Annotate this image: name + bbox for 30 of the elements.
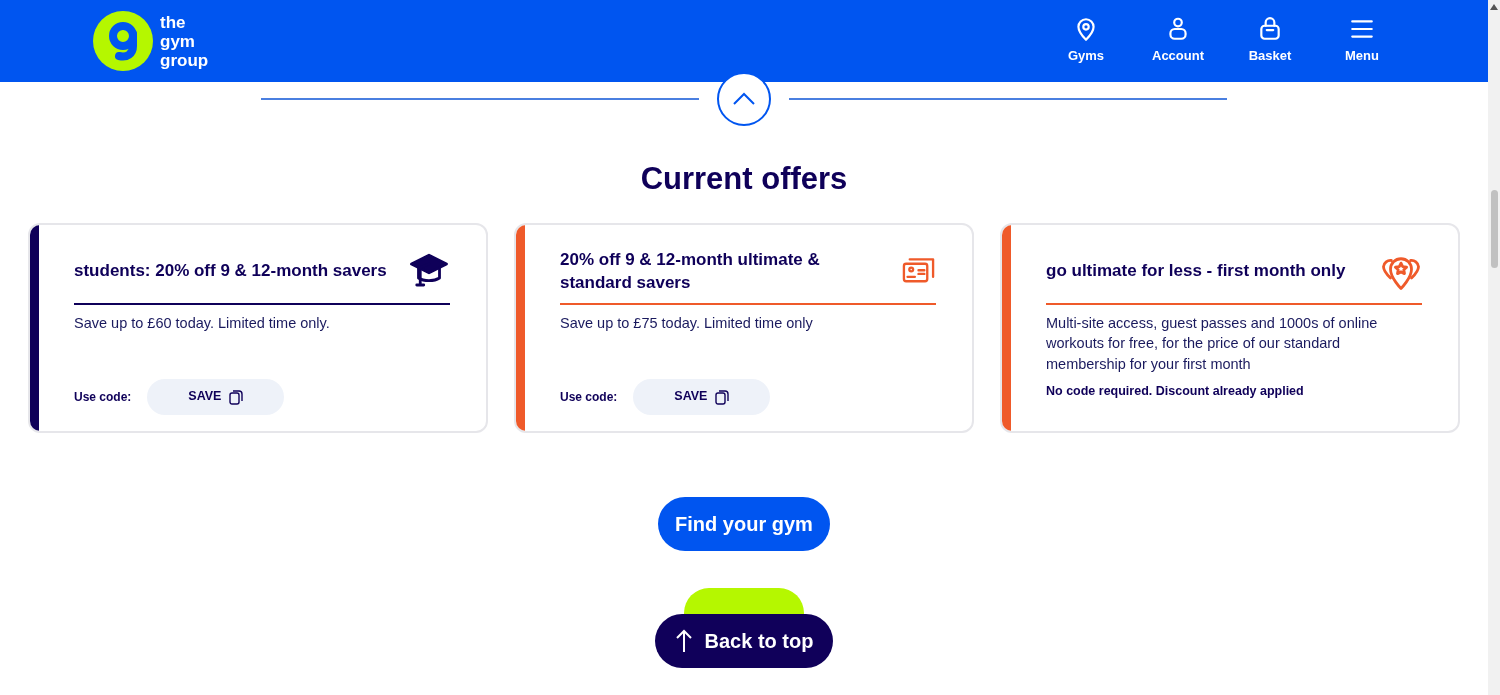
copy-code-button[interactable]: SAVE [147, 378, 285, 415]
code-label: Use code: [560, 388, 618, 406]
copy-icon [229, 388, 244, 405]
copy-code-button[interactable]: SAVE [633, 378, 771, 415]
nav-link[interactable]: Basket [1244, 16, 1296, 66]
section-title: Current offers [639, 160, 849, 198]
find-gym-button[interactable]: Find your gym [658, 496, 830, 551]
offer-title: go ultimate for less - first month only [1046, 260, 1346, 282]
nav-link[interactable]: Menu [1336, 16, 1388, 66]
offer-description: Multi-site access, guest passes and 1000s of online workouts for free, for the price of our standard membership for your first month [1046, 313, 1379, 374]
chevron-up-icon [732, 92, 756, 106]
code-label: Use code: [74, 388, 132, 406]
offer-description: Save up to £75 today. Limited time only [560, 313, 814, 333]
arrow-up-icon [674, 628, 693, 653]
collapse-button[interactable] [717, 72, 771, 126]
offer-title: students: 20% off 9 & 12-month savers [74, 260, 387, 282]
offer-note: No code required. Discount already applied [1046, 383, 1305, 400]
logo-text: the [160, 12, 187, 32]
back-to-top-button[interactable]: Back to top [655, 613, 833, 668]
nav-link[interactable]: Gyms [1060, 16, 1112, 66]
offer-title: 20% off 9 & 12-month ultimate & standard savers [560, 248, 821, 294]
logo-text: gym [160, 31, 196, 51]
logo-icon [92, 10, 154, 72]
scrollbar-thumb[interactable] [1490, 190, 1498, 268]
copy-icon [715, 388, 730, 405]
scrollbar[interactable] [1488, 0, 1500, 695]
scroll-up-icon [1490, 4, 1498, 10]
offer-description: Save up to £60 today. Limited time only. [74, 313, 331, 333]
nav-link[interactable]: Account [1152, 16, 1204, 66]
logo-text: group [160, 50, 209, 70]
